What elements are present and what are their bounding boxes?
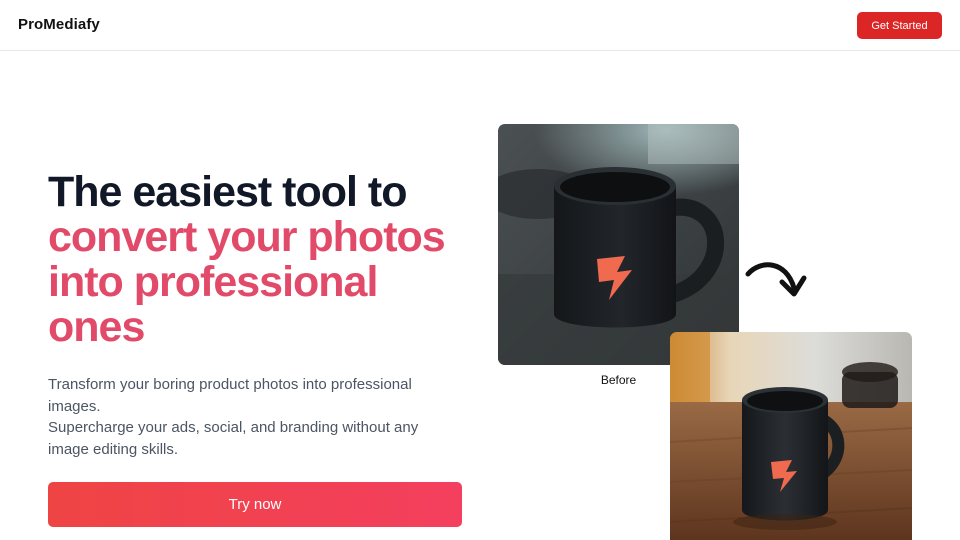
- hero-title-line: The easiest tool to: [48, 168, 408, 216]
- hero-title-accent-line: convert your photos: [48, 213, 446, 261]
- hero-subtitle: Transform your boring product photos int…: [48, 374, 448, 460]
- curved-arrow-icon: [745, 262, 807, 297]
- get-started-button[interactable]: Get Started: [857, 12, 942, 39]
- hero-subtitle-line: Transform your boring product photos int…: [48, 376, 412, 415]
- after-photo: [670, 332, 912, 540]
- top-navbar: ProMediafy Get Started: [0, 0, 960, 51]
- hero-title-accent-line: into professional: [48, 258, 378, 306]
- hero-title: The easiest tool to convert your photos …: [48, 170, 488, 350]
- hero-title-accent-line: ones: [48, 303, 145, 351]
- hero-subtitle-line: Supercharge your ads, social, and brandi…: [48, 419, 419, 458]
- before-photo: [498, 124, 739, 365]
- brand-logo[interactable]: ProMediafy: [18, 16, 100, 33]
- try-now-button[interactable]: Try now: [48, 482, 462, 527]
